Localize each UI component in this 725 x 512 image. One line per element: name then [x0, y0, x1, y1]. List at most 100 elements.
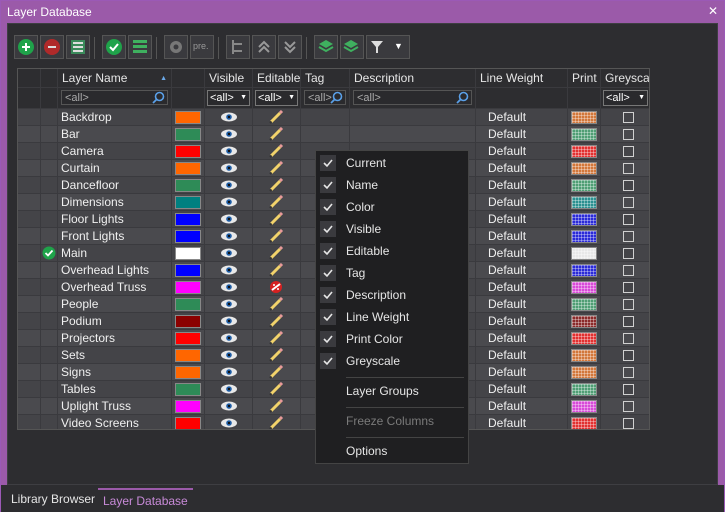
greyscale-checkbox[interactable]	[623, 248, 634, 259]
close-icon[interactable]: ✕	[706, 4, 720, 18]
greyscale-checkbox[interactable]	[623, 316, 634, 327]
cell-col-visible[interactable]	[205, 381, 253, 398]
cell-col-print[interactable]	[568, 262, 601, 279]
cell-col-color[interactable]	[172, 109, 205, 126]
cell-col-editable[interactable]	[253, 330, 301, 347]
settings-button[interactable]	[164, 35, 188, 59]
pencil-icon[interactable]	[268, 313, 284, 329]
color-swatch[interactable]	[175, 315, 201, 328]
color-swatch[interactable]	[175, 298, 201, 311]
search-icon[interactable]	[456, 91, 469, 108]
cell-col-expand[interactable]	[18, 313, 41, 330]
cell-col-visible[interactable]	[205, 245, 253, 262]
menu-item-description[interactable]: Description	[316, 284, 468, 306]
menu-item-greyscale[interactable]: Greyscale	[316, 350, 468, 372]
cell-col-print[interactable]	[568, 279, 601, 296]
pencil-icon[interactable]	[268, 347, 284, 363]
greyscale-checkbox[interactable]	[623, 333, 634, 344]
pencil-icon[interactable]	[268, 160, 284, 176]
cell-col-expand[interactable]	[18, 126, 41, 143]
cell-col-layer-name[interactable]: Backdrop	[58, 109, 172, 126]
cell-col-greyscale[interactable]	[601, 160, 649, 177]
cell-col-line-weight[interactable]: Default	[476, 398, 568, 415]
menu-item-options[interactable]: Options	[316, 440, 468, 462]
cell-col-print[interactable]	[568, 194, 601, 211]
print-color-swatch[interactable]	[571, 213, 597, 226]
eye-icon[interactable]	[220, 128, 238, 142]
eye-icon[interactable]	[220, 213, 238, 227]
color-swatch[interactable]	[175, 111, 201, 124]
print-color-swatch[interactable]	[571, 281, 597, 294]
eye-icon[interactable]	[220, 264, 238, 278]
eye-icon[interactable]	[220, 230, 238, 244]
cell-col-line-weight[interactable]: Default	[476, 330, 568, 347]
cell-col-expand[interactable]	[18, 194, 41, 211]
greyscale-checkbox[interactable]	[623, 282, 634, 293]
greyscale-checkbox[interactable]	[623, 129, 634, 140]
cell-col-greyscale[interactable]	[601, 126, 649, 143]
header-col-description[interactable]: Description	[350, 69, 476, 88]
cell-col-visible[interactable]	[205, 194, 253, 211]
cell-col-print[interactable]	[568, 398, 601, 415]
visible-filter-select[interactable]: <all> ▼	[207, 90, 250, 106]
print-color-swatch[interactable]	[571, 230, 597, 243]
cell-col-expand[interactable]	[18, 211, 41, 228]
cell-col-description[interactable]	[350, 126, 476, 143]
cell-col-line-weight[interactable]: Default	[476, 415, 568, 429]
cell-col-visible[interactable]	[205, 296, 253, 313]
color-swatch[interactable]	[175, 417, 201, 429]
cell-col-expand[interactable]	[18, 160, 41, 177]
cell-col-print[interactable]	[568, 109, 601, 126]
cell-col-color[interactable]	[172, 143, 205, 160]
color-swatch[interactable]	[175, 264, 201, 277]
cell-col-layer-name[interactable]: Overhead Truss	[58, 279, 172, 296]
print-color-swatch[interactable]	[571, 383, 597, 396]
cell-col-visible[interactable]	[205, 160, 253, 177]
color-swatch[interactable]	[175, 145, 201, 158]
editable-filter-select[interactable]: <all> ▼	[255, 90, 298, 106]
cell-col-line-weight[interactable]: Default	[476, 364, 568, 381]
cell-col-expand[interactable]	[18, 279, 41, 296]
cell-col-current[interactable]	[41, 245, 58, 262]
cell-col-layer-name[interactable]: Signs	[58, 364, 172, 381]
cell-col-color[interactable]	[172, 228, 205, 245]
cell-col-current[interactable]	[41, 313, 58, 330]
cell-col-print[interactable]	[568, 381, 601, 398]
pencil-icon[interactable]	[268, 228, 284, 244]
cell-col-greyscale[interactable]	[601, 398, 649, 415]
greyscale-checkbox[interactable]	[623, 401, 634, 412]
layer-list-button[interactable]	[66, 35, 90, 59]
color-swatch[interactable]	[175, 366, 201, 379]
cell-col-expand[interactable]	[18, 177, 41, 194]
cell-col-layer-name[interactable]: Floor Lights	[58, 211, 172, 228]
cell-col-visible[interactable]	[205, 313, 253, 330]
cell-col-expand[interactable]	[18, 330, 41, 347]
cell-col-current[interactable]	[41, 398, 58, 415]
cell-col-editable[interactable]	[253, 296, 301, 313]
cell-col-color[interactable]	[172, 245, 205, 262]
eye-icon[interactable]	[220, 196, 238, 210]
cell-col-editable[interactable]	[253, 126, 301, 143]
cell-col-layer-name[interactable]: Main	[58, 245, 172, 262]
cell-col-color[interactable]	[172, 364, 205, 381]
eye-icon[interactable]	[220, 315, 238, 329]
greyscale-checkbox[interactable]	[623, 367, 634, 378]
print-color-swatch[interactable]	[571, 264, 597, 277]
cell-col-current[interactable]	[41, 143, 58, 160]
eye-icon[interactable]	[220, 400, 238, 414]
search-icon[interactable]	[330, 91, 343, 108]
cell-col-expand[interactable]	[18, 228, 41, 245]
cell-col-editable[interactable]	[253, 364, 301, 381]
color-swatch[interactable]	[175, 400, 201, 413]
greyscale-checkbox[interactable]	[623, 146, 634, 157]
cell-col-color[interactable]	[172, 262, 205, 279]
cell-col-visible[interactable]	[205, 228, 253, 245]
cell-col-color[interactable]	[172, 347, 205, 364]
eye-icon[interactable]	[220, 179, 238, 193]
cell-col-visible[interactable]	[205, 415, 253, 429]
check-button[interactable]	[102, 35, 126, 59]
cell-col-expand[interactable]	[18, 296, 41, 313]
lock-icon[interactable]	[268, 280, 284, 295]
cell-col-print[interactable]	[568, 245, 601, 262]
cell-col-greyscale[interactable]	[601, 245, 649, 262]
